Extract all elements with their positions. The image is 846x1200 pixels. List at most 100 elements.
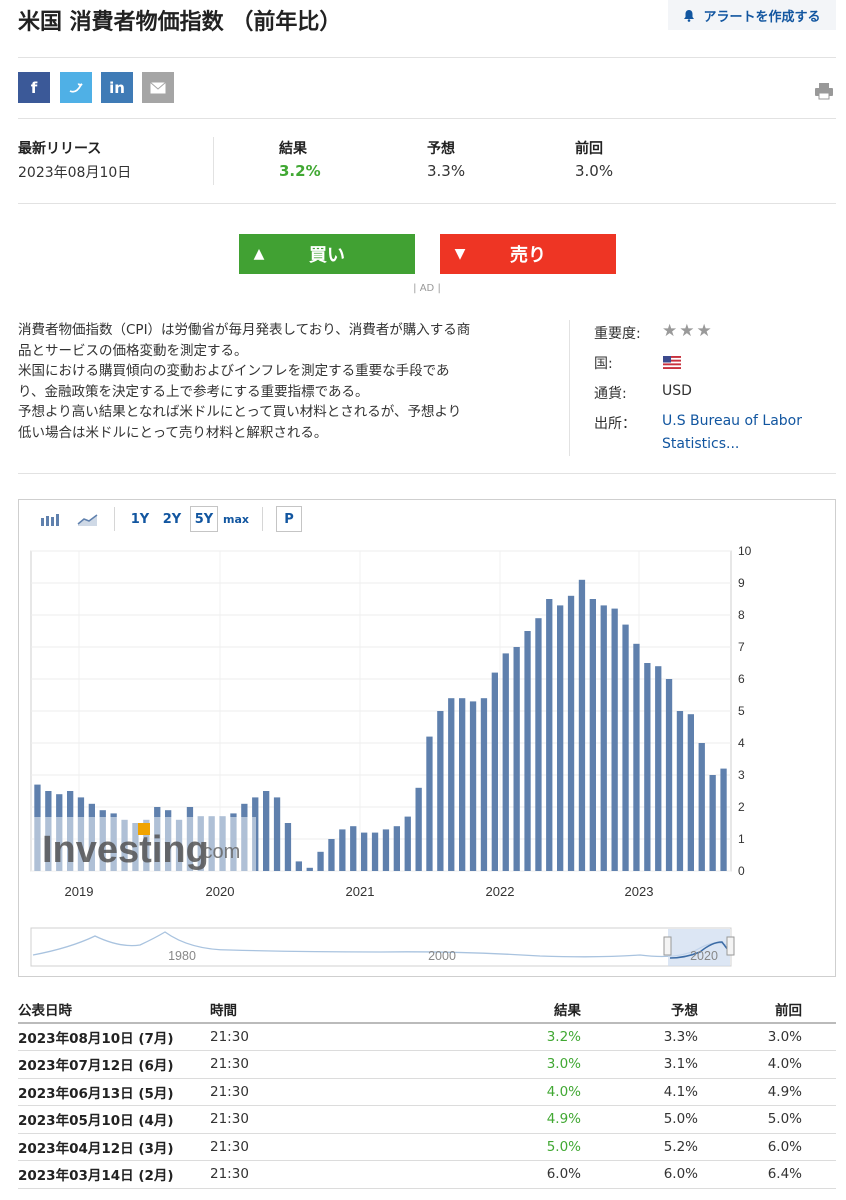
investing-logo: Investing (42, 829, 209, 871)
bar (557, 605, 564, 871)
bar (371, 832, 379, 871)
bar (622, 624, 629, 871)
table-row: 2023年03月14日 (2月) 21:30 6.0% 6.0% 6.4% (18, 1160, 836, 1189)
row-time: 21:30 (210, 1078, 510, 1106)
table-row: 2023年07月12日 (6月) 21:30 3.0% 3.1% 4.0% (18, 1050, 836, 1079)
row-time: 21:30 (210, 1023, 510, 1051)
y-tick-label: 9 (738, 576, 745, 590)
row-previous: 4.0% (698, 1050, 802, 1079)
table-row: 2023年06月13日 (5月) 21:30 4.0% 4.1% 4.9% (18, 1078, 836, 1106)
y-tick-label: 4 (738, 736, 745, 750)
bar (382, 829, 390, 871)
bar (633, 643, 640, 871)
bar (459, 698, 466, 871)
row-date: 2023年03月14日 (2月) (18, 1160, 210, 1189)
bar (720, 768, 727, 871)
row-actual: 5.0% (510, 1133, 581, 1161)
x-tick-label: 2023 (625, 884, 654, 899)
row-forecast: 3.3% (581, 1023, 698, 1051)
bar (469, 701, 477, 871)
y-tick-label: 3 (738, 768, 745, 782)
row-spacer (802, 1160, 836, 1189)
header-spacer (802, 995, 836, 1024)
bar (687, 714, 694, 871)
bar (448, 698, 455, 871)
bar (546, 599, 553, 871)
row-actual: 3.2% (510, 1023, 581, 1051)
row-actual: 4.0% (510, 1078, 581, 1106)
investing-logo-suffix: .com (197, 841, 240, 863)
x-tick-label: 2022 (486, 884, 515, 899)
bar (295, 861, 302, 871)
bar (491, 672, 498, 871)
row-previous: 3.0% (698, 1023, 802, 1051)
bar (284, 823, 292, 871)
bar (611, 608, 618, 871)
investing-logo-mark (138, 823, 150, 835)
cpi-bar-chart: 0 1 2 3 4 5 6 7 8 9 10 2019 2020 2021 2022 2023 Invest… (30, 544, 752, 967)
bar (600, 605, 607, 871)
navigator-handle (726, 936, 735, 956)
y-tick-label: 10 (738, 544, 752, 558)
row-actual: 4.9% (510, 1105, 581, 1134)
bar (426, 736, 433, 871)
bar (644, 663, 651, 871)
row-spacer (802, 1133, 836, 1161)
y-tick-label: 0 (738, 864, 745, 878)
row-forecast: 5.2% (581, 1133, 698, 1161)
row-forecast: 3.1% (581, 1050, 698, 1079)
header-previous: 前回 (698, 995, 802, 1024)
x-tick-label: 2019 (65, 884, 94, 899)
row-time: 21:30 (210, 1160, 510, 1189)
bar (676, 711, 684, 871)
x-tick-label: 2020 (206, 884, 235, 899)
navigator-label: 2020 (690, 949, 718, 963)
header-date: 公表日時 (18, 995, 210, 1024)
bar (339, 829, 346, 871)
row-actual: 3.0% (510, 1050, 581, 1079)
bar (393, 826, 400, 871)
y-tick-label: 7 (738, 640, 745, 654)
row-spacer (802, 1050, 836, 1079)
table-row: 2023年05月10日 (4月) 21:30 4.9% 5.0% 5.0% (18, 1105, 836, 1134)
header-time: 時間 (210, 995, 510, 1024)
table-header-row: 公表日時 時間 結果 予想 前回 (18, 995, 836, 1024)
bar (306, 867, 313, 871)
row-spacer (802, 1105, 836, 1134)
bar (263, 791, 270, 871)
row-forecast: 6.0% (581, 1160, 698, 1189)
bar (273, 797, 281, 871)
row-date: 2023年05月10日 (4月) (18, 1105, 210, 1134)
bar (655, 666, 662, 871)
row-spacer (802, 1078, 836, 1106)
row-date: 2023年07月12日 (6月) (18, 1050, 210, 1079)
bar (709, 775, 716, 871)
row-previous: 6.4% (698, 1160, 802, 1189)
bar (524, 631, 531, 871)
table-row: 2023年08月10日 (7月) 21:30 3.2% 3.3% 3.0% (18, 1023, 836, 1051)
bar (698, 743, 705, 871)
navigator-label: 2000 (428, 949, 456, 963)
row-time: 21:30 (210, 1105, 510, 1134)
bar (513, 647, 520, 871)
bar (502, 653, 509, 871)
y-tick-label: 6 (738, 672, 745, 686)
bar (404, 816, 411, 871)
row-date: 2023年04月12日 (3月) (18, 1133, 210, 1161)
bar (535, 618, 542, 871)
y-tick-label: 1 (738, 832, 745, 846)
bar (589, 599, 596, 871)
row-forecast: 4.1% (581, 1078, 698, 1106)
table-row: 2023年04月12日 (3月) 21:30 5.0% 5.2% 6.0% (18, 1133, 836, 1161)
y-tick-label: 5 (738, 704, 745, 718)
bar (328, 839, 335, 871)
bar (567, 595, 575, 871)
y-tick-label: 8 (738, 608, 745, 622)
row-previous: 4.9% (698, 1078, 802, 1106)
row-time: 21:30 (210, 1050, 510, 1079)
row-time: 21:30 (210, 1133, 510, 1161)
history-table: 公表日時 時間 結果 予想 前回 2023年08月10日 (7月) 21:30 … (18, 995, 836, 1189)
row-forecast: 5.0% (581, 1105, 698, 1134)
row-previous: 5.0% (698, 1105, 802, 1134)
navigator-label: 1980 (168, 949, 196, 963)
